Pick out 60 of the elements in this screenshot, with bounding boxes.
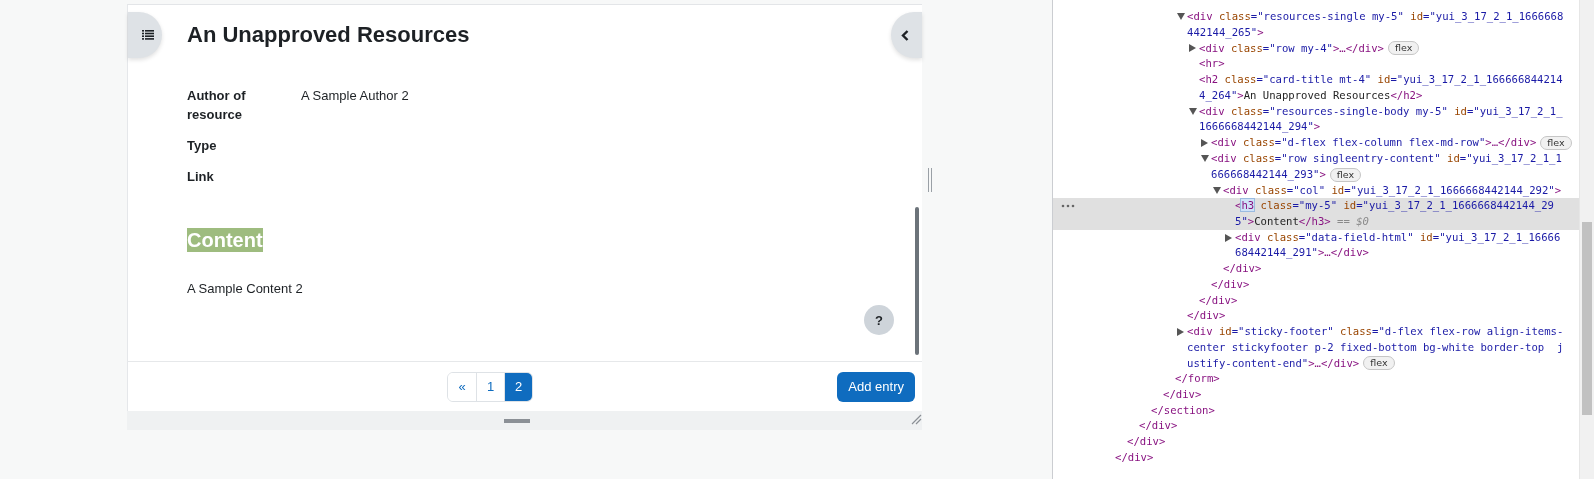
code-line[interactable]: 1666668442144_294"> bbox=[1199, 119, 1321, 135]
flex-badge[interactable]: flex bbox=[1363, 356, 1395, 371]
code-line[interactable]: <div class="col" id="yui_3_17_2_1_1666668442144_292"> bbox=[1223, 182, 1562, 199]
code-line[interactable]: </div> bbox=[1187, 308, 1226, 324]
code-line[interactable]: 5">Content</h3> == $0 bbox=[1235, 214, 1369, 230]
content-heading: Content bbox=[187, 228, 263, 252]
code-line[interactable]: <div class="d-flex flex-column flex-md-row">…</div> bbox=[1211, 135, 1537, 151]
code-line[interactable]: <h2 class="card-title mt-4" id="yui_3_17_2_1_166666844214 bbox=[1199, 72, 1563, 88]
code-line[interactable]: </div> bbox=[1115, 449, 1154, 466]
caret-down-icon[interactable] bbox=[1201, 154, 1209, 162]
add-entry-button[interactable]: Add entry bbox=[837, 371, 915, 402]
content-text: A Sample Content 2 bbox=[187, 280, 304, 298]
more-icon[interactable] bbox=[1061, 204, 1075, 209]
code-line[interactable]: <div class="resources-single-body my-5" id="yui_3_17_2_1_ bbox=[1199, 103, 1563, 120]
code-line[interactable]: </div> bbox=[1163, 387, 1202, 403]
code-line[interactable]: <hr> bbox=[1199, 56, 1225, 73]
code-line[interactable]: 4_264">An Unapproved Resources</h2> bbox=[1199, 87, 1423, 104]
code-line[interactable]: 666668442144_293"> bbox=[1211, 166, 1326, 183]
caret-right-icon[interactable] bbox=[1177, 327, 1184, 336]
code-line[interactable]: </section> bbox=[1151, 402, 1215, 419]
caret-right-icon[interactable] bbox=[1201, 138, 1208, 147]
code-line[interactable]: </div> bbox=[1139, 418, 1178, 435]
code-line[interactable]: <div class="resources-single my-5" id="yui_3_17_2_1_1666668 bbox=[1187, 9, 1564, 25]
resize-grip-icon[interactable] bbox=[504, 418, 530, 423]
code-line[interactable]: <div class="data-field-html" id="yui_3_17_2_1_16666 bbox=[1235, 229, 1561, 246]
code-line[interactable]: <div class="row my-4">…</div> bbox=[1199, 40, 1384, 57]
flex-badge[interactable]: flex bbox=[1329, 167, 1362, 182]
caret-down-icon[interactable] bbox=[1177, 13, 1185, 20]
code-line[interactable]: <div id="sticky-footer" class="d-flex flex-row align-items- bbox=[1187, 323, 1564, 340]
caret-right-icon[interactable] bbox=[1225, 233, 1232, 242]
code-line[interactable]: center stickyfooter p-2 fixed-bottom bg-white border-top j bbox=[1187, 339, 1564, 356]
caret-down-icon[interactable] bbox=[1213, 186, 1221, 194]
resize-corner-icon[interactable] bbox=[911, 414, 922, 425]
drawer-toggle-button[interactable] bbox=[891, 12, 922, 58]
page-title: An Unapproved Resources bbox=[187, 22, 470, 48]
field-label: Link bbox=[187, 168, 215, 186]
help-button[interactable]: ? bbox=[864, 305, 894, 335]
splitter-handle[interactable] bbox=[928, 168, 932, 192]
code-line[interactable]: 68442144_291">…</div> bbox=[1235, 245, 1369, 262]
code-line[interactable]: <div class="row singleentry-content" id="yui_3_17_2_1_1 bbox=[1211, 150, 1562, 167]
scrollbar-thumb[interactable] bbox=[915, 207, 919, 355]
code-line[interactable]: </div> bbox=[1223, 261, 1262, 277]
code-line[interactable]: </div> bbox=[1199, 292, 1238, 309]
chevron-left-icon bbox=[900, 29, 909, 41]
scrollbar-thumb[interactable] bbox=[1582, 222, 1592, 415]
code-line[interactable]: ustify-content-end">…</div> bbox=[1187, 355, 1360, 372]
field-value: A Sample Author 2 bbox=[301, 87, 409, 105]
code-line[interactable]: </form> bbox=[1175, 371, 1220, 388]
caret-down-icon[interactable] bbox=[1189, 107, 1197, 115]
list-icon bbox=[142, 30, 154, 40]
field-label: Author of resource bbox=[187, 87, 247, 124]
flex-badge[interactable]: flex bbox=[1388, 41, 1420, 56]
flex-badge[interactable]: flex bbox=[1540, 135, 1572, 150]
index-drawer-button[interactable] bbox=[128, 12, 162, 58]
field-label: Type bbox=[187, 137, 218, 155]
code-line[interactable]: </div> bbox=[1127, 434, 1166, 450]
page-link[interactable]: 2 bbox=[504, 372, 532, 401]
code-line[interactable]: </div> bbox=[1211, 276, 1250, 293]
caret-right-icon[interactable] bbox=[1189, 44, 1196, 53]
code-line[interactable]: 442144_265"> bbox=[1187, 24, 1264, 41]
